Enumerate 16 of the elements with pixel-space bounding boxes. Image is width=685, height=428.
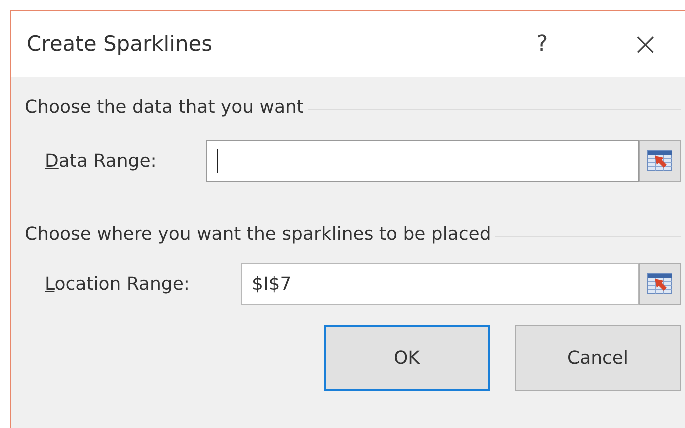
range-picker-button[interactable] bbox=[639, 263, 681, 305]
section-heading: Choose where you want the sparklines to be placed bbox=[25, 224, 492, 245]
range-input-field[interactable] bbox=[206, 140, 639, 182]
field-label: Location Range: bbox=[45, 274, 191, 294]
help-button[interactable]: ? bbox=[530, 32, 554, 56]
cancel-button[interactable]: Cancel bbox=[515, 325, 681, 391]
range-picker-button[interactable] bbox=[639, 140, 681, 182]
text-cursor bbox=[217, 149, 218, 173]
field-label: Data Range: bbox=[45, 150, 158, 172]
collapse-dialog-icon bbox=[647, 150, 673, 172]
ok-button[interactable]: OK bbox=[324, 325, 490, 391]
range-input-field[interactable]: $I$7 bbox=[241, 263, 639, 305]
section-heading: Choose the data that you want bbox=[25, 97, 304, 118]
collapse-dialog-icon bbox=[647, 273, 673, 295]
window-title: Create Sparklines bbox=[27, 32, 213, 56]
close-button[interactable]: × bbox=[626, 25, 665, 63]
